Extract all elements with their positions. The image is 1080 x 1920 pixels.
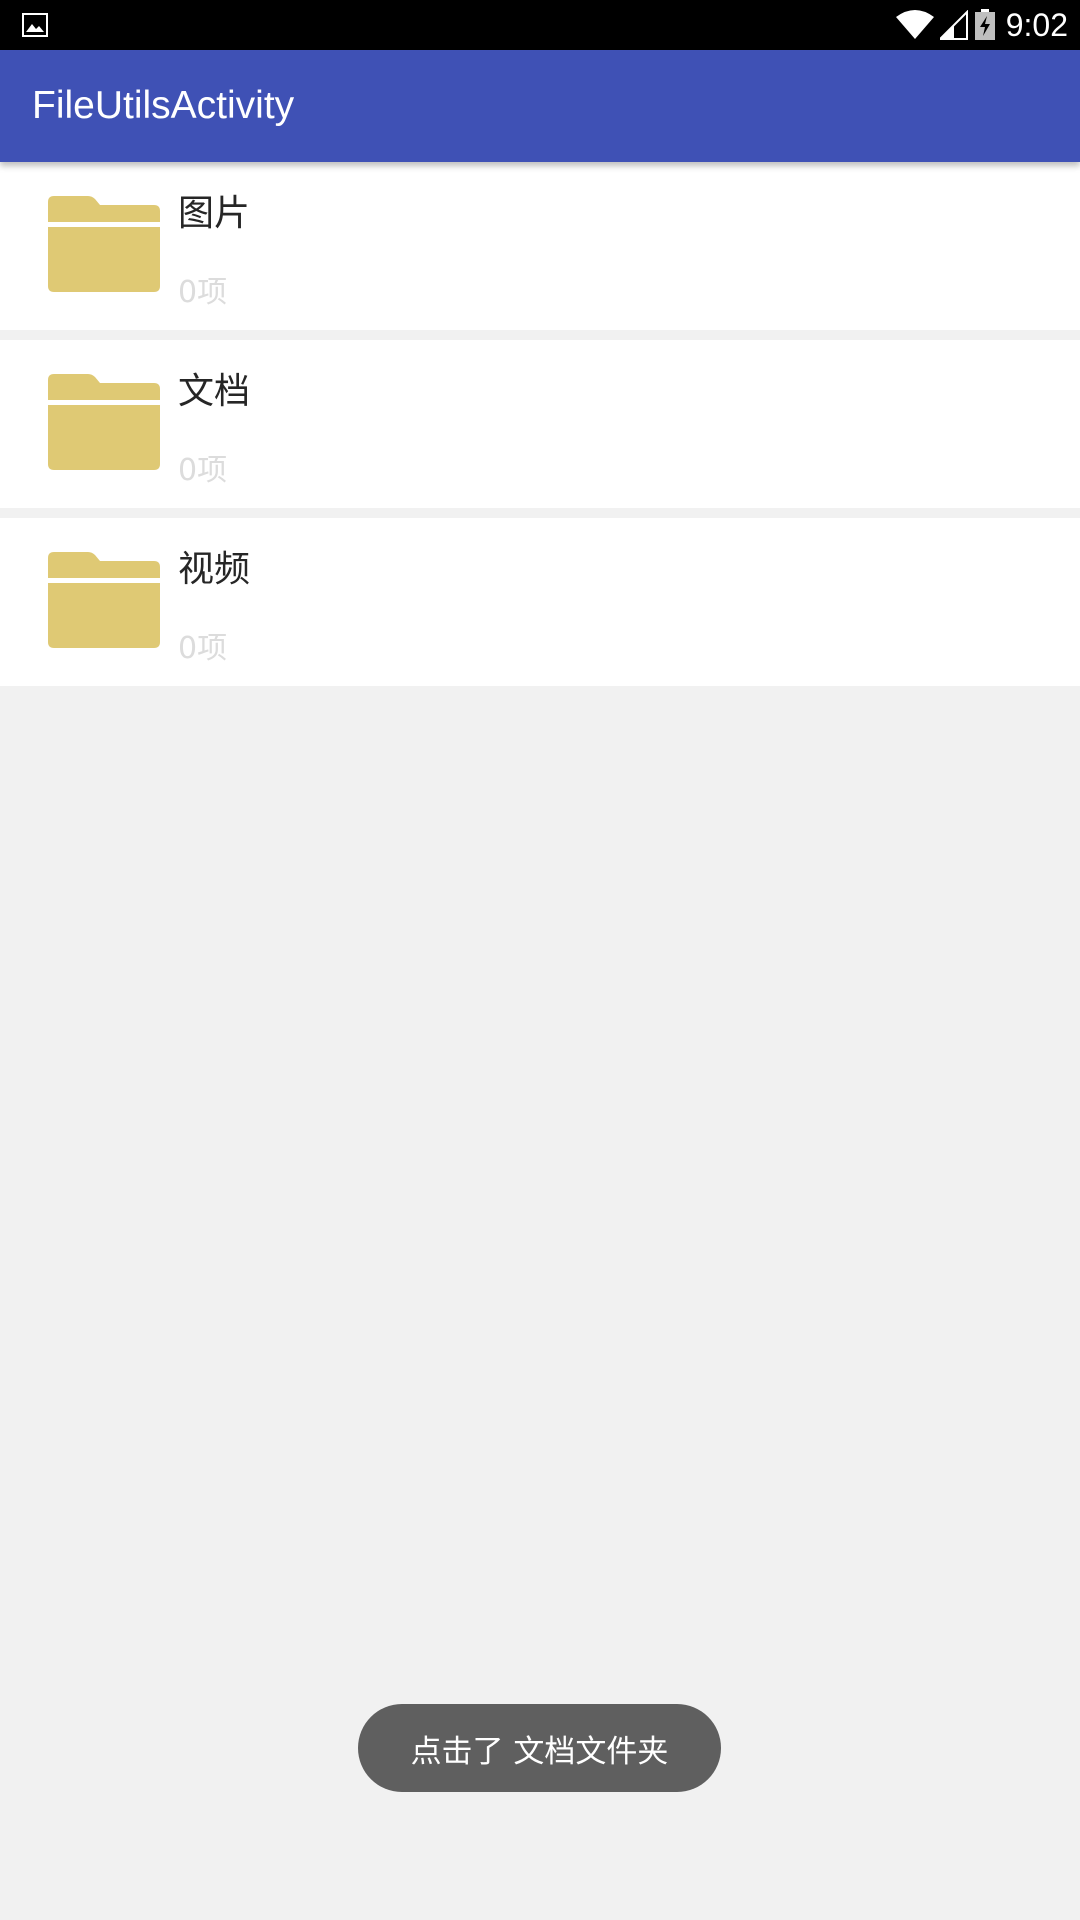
folder-item-count: 0项 (178, 275, 228, 310)
folder-name: 文档 (178, 371, 251, 412)
folder-icon (48, 552, 160, 648)
status-icons: 9:02 (890, 0, 1068, 50)
folder-icon (48, 196, 160, 292)
cell-signal-icon (939, 10, 968, 40)
battery-charging-icon (974, 9, 995, 40)
status-bar: 9:02 (0, 0, 1080, 50)
folder-name: 图片 (178, 193, 251, 234)
app-bar: FileUtilsActivity (0, 50, 1080, 162)
list-item-folder-videos[interactable]: 视频 0项 (0, 518, 1080, 686)
folder-item-count: 0项 (178, 631, 228, 666)
list-item-folder-pictures[interactable]: 图片 0项 (0, 162, 1080, 330)
folder-list: 图片 0项 文档 0项 视频 0项 (0, 162, 1080, 696)
folder-item-count: 0项 (178, 453, 228, 488)
app-title: FileUtilsActivity (32, 84, 295, 127)
wifi-icon (895, 10, 934, 39)
list-item-folder-documents[interactable]: 文档 0项 (0, 340, 1080, 508)
status-time: 9:02 (1005, 6, 1068, 43)
folder-name: 视频 (178, 549, 251, 590)
gallery-notification-icon (22, 13, 48, 37)
toast-message: 点击了 文档文件夹 (358, 1704, 721, 1792)
folder-icon (48, 374, 160, 470)
